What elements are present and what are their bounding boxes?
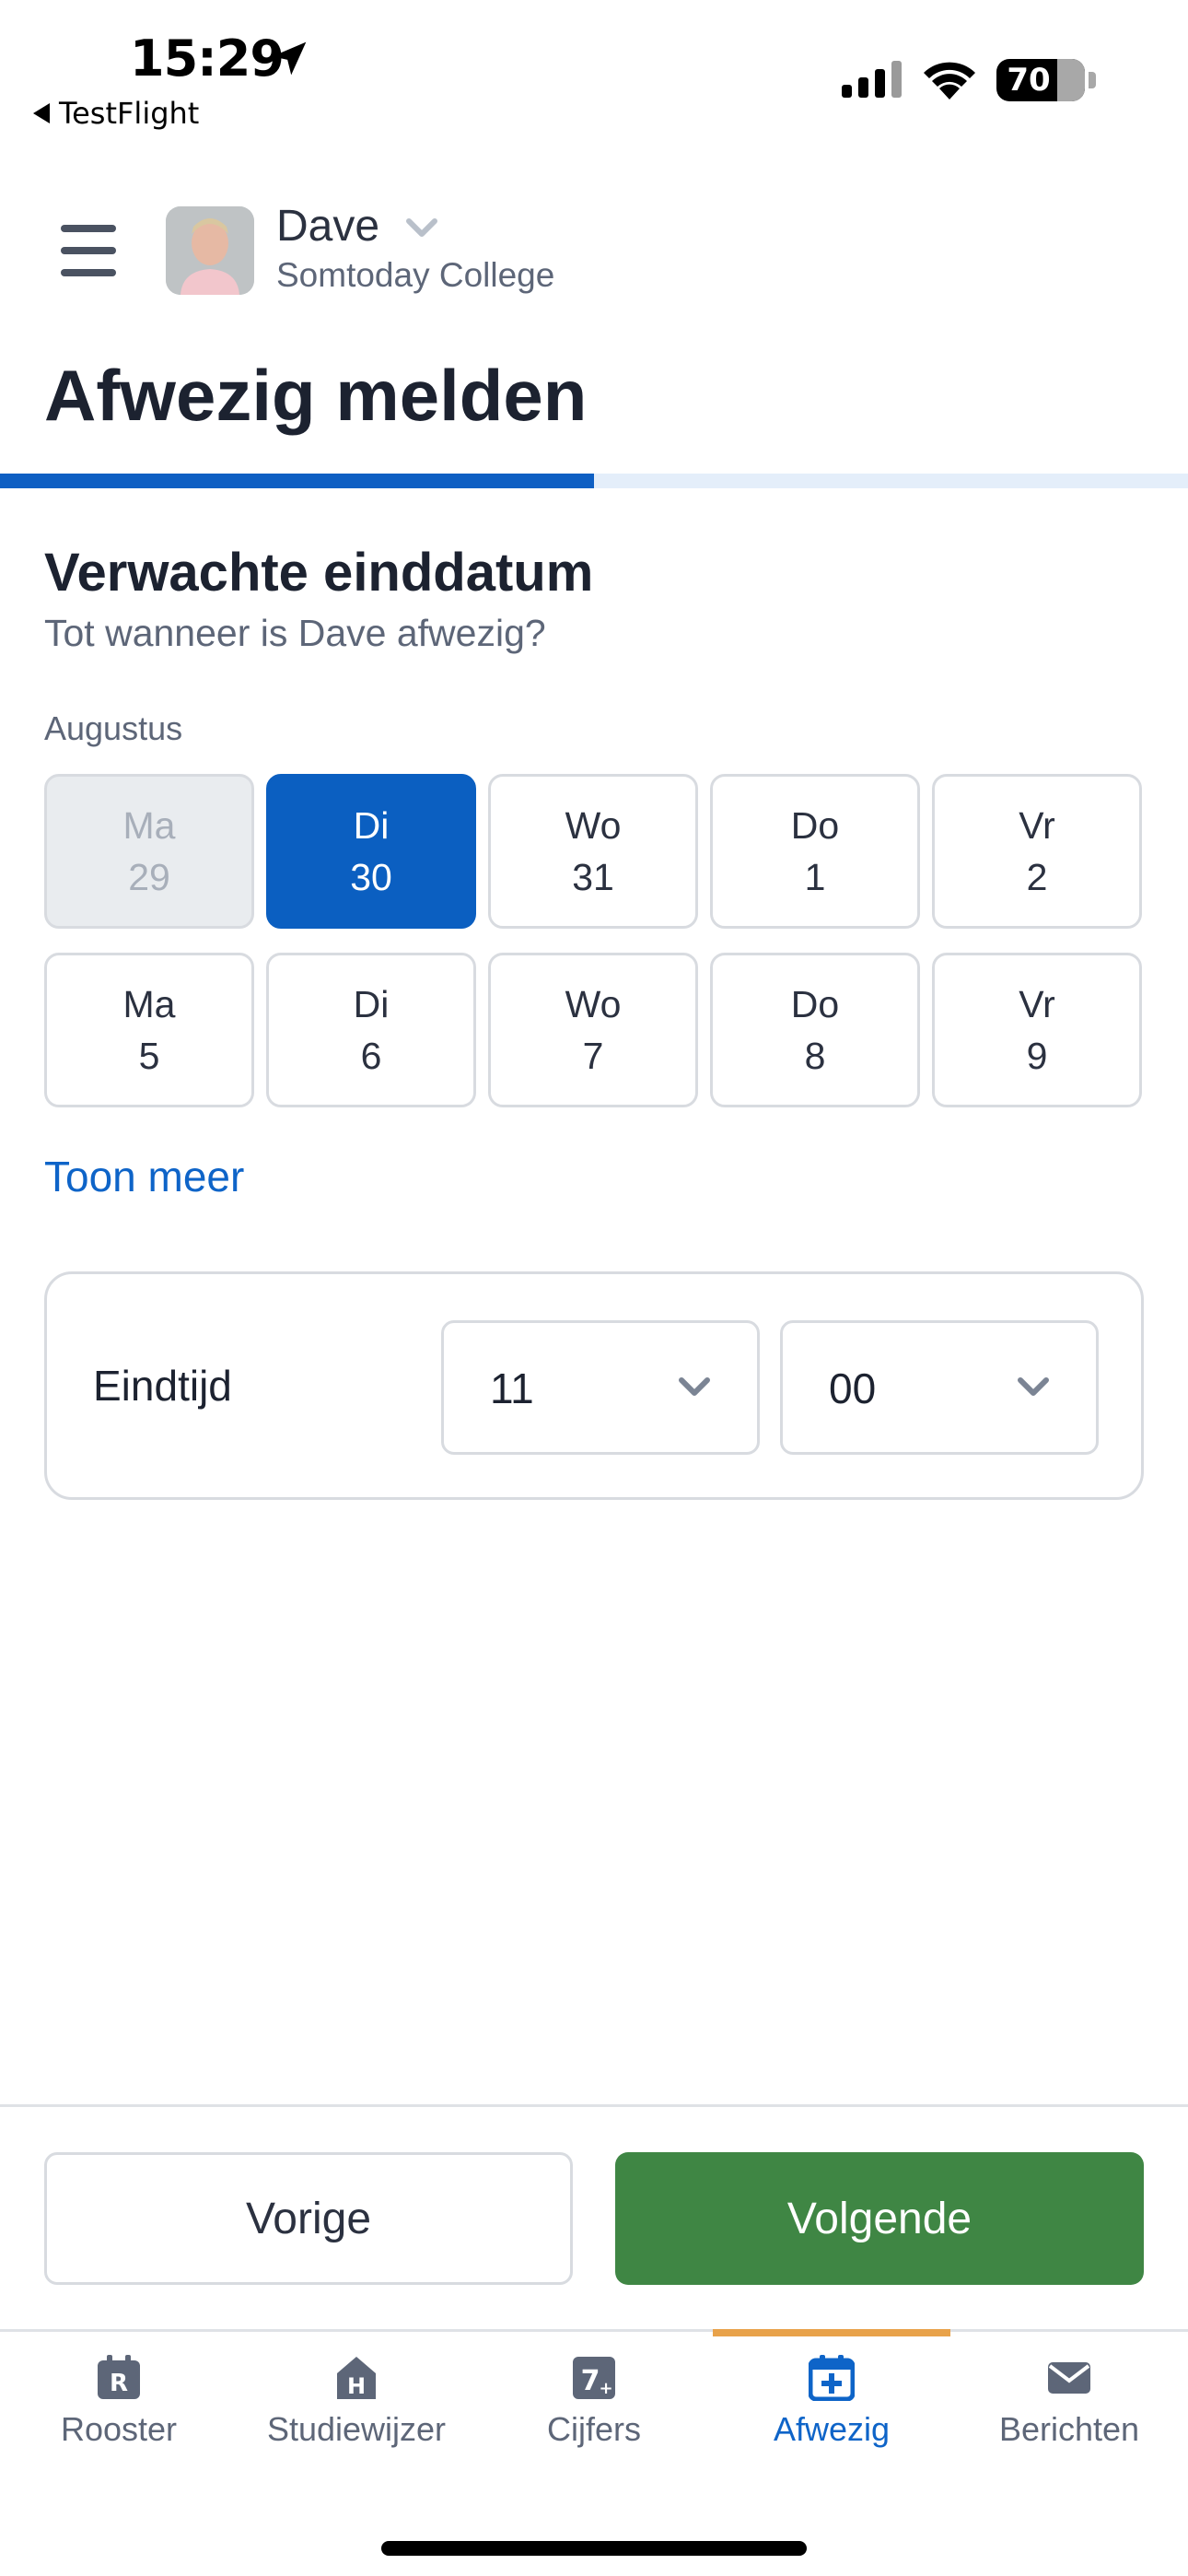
previous-button[interactable]: Vorige	[44, 2152, 573, 2285]
month-label: Augustus	[44, 709, 183, 747]
day-option[interactable]: Do 1	[710, 774, 920, 929]
day-date: 2	[1026, 856, 1048, 898]
user-name[interactable]: Dave	[276, 201, 379, 252]
tab-berichten[interactable]: Berichten	[950, 2355, 1188, 2449]
cijfers-icon: 7 +	[573, 2357, 615, 2399]
envelope-icon	[1048, 2362, 1090, 2394]
day-option[interactable]: Wo 31	[488, 774, 698, 929]
page-title: Afwezig melden	[44, 355, 588, 436]
afwezig-icon	[809, 2355, 855, 2401]
tab-label: Studiewijzer	[266, 2410, 447, 2448]
minute-value: 00	[829, 1364, 877, 1412]
day-name: Di	[353, 983, 390, 1025]
section-subtitle: Tot wanneer is Dave afwezig?	[44, 612, 546, 654]
chevron-down-icon	[679, 1377, 710, 1396]
day-name: Wo	[565, 983, 622, 1025]
day-date: 1	[804, 856, 826, 898]
show-more-link[interactable]: Toon meer	[44, 1152, 244, 1201]
minute-select[interactable]: 00	[780, 1320, 1099, 1455]
end-time-label: Eindtijd	[93, 1362, 232, 1410]
cellular-signal-icon	[842, 61, 902, 98]
svg-text:R: R	[110, 2370, 128, 2397]
footer-divider	[0, 2104, 1188, 2107]
day-name: Ma	[122, 804, 176, 847]
tab-studiewijzer[interactable]: H Studiewijzer	[238, 2355, 475, 2449]
tab-afwezig[interactable]: Afwezig	[713, 2355, 950, 2449]
day-option[interactable]: Di 30	[266, 774, 476, 929]
end-time-card: Eindtijd 11 00	[44, 1271, 1144, 1500]
battery-icon: 70	[996, 59, 1085, 101]
day-option[interactable]: Do 8	[710, 953, 920, 1107]
day-date: 29	[128, 856, 170, 898]
tab-rooster[interactable]: R Rooster	[0, 2355, 238, 2449]
chevron-down-icon	[1018, 1377, 1049, 1396]
studiewijzer-icon: H	[337, 2357, 376, 2399]
hour-select[interactable]: 11	[441, 1320, 760, 1455]
day-date: 6	[360, 1035, 382, 1077]
day-name: Di	[353, 804, 390, 847]
day-name: Do	[790, 804, 840, 847]
avatar[interactable]	[166, 206, 254, 295]
tab-label: Berichten	[998, 2410, 1140, 2448]
day-option: Ma 29	[44, 774, 254, 929]
day-option[interactable]: Wo 7	[488, 953, 698, 1107]
chevron-down-icon[interactable]	[405, 217, 438, 240]
home-indicator	[381, 2541, 807, 2556]
hour-value: 11	[490, 1364, 534, 1412]
status-time: 15:29	[130, 29, 285, 88]
location-arrow-icon	[272, 41, 307, 76]
day-date: 9	[1026, 1035, 1048, 1077]
hamburger-menu-icon[interactable]	[61, 225, 116, 276]
active-tab-indicator	[713, 2329, 950, 2336]
avatar-image	[166, 206, 254, 295]
day-name: Ma	[122, 983, 176, 1025]
day-date: 30	[350, 856, 392, 898]
section-title: Verwachte einddatum	[44, 543, 594, 603]
back-app-label: TestFlight	[59, 96, 200, 131]
svg-text:7: 7	[581, 2365, 600, 2397]
tab-label: Rooster	[60, 2410, 178, 2448]
day-date: 8	[804, 1035, 826, 1077]
day-picker: Ma 29 Di 30 Wo 31 Do 1 Vr 2 Ma 5 Di 6 Wo 7 Do 8 V…	[44, 774, 1144, 1131]
day-name: Vr	[1019, 983, 1055, 1025]
tab-label: Afwezig	[773, 2410, 891, 2448]
school-name: Somtoday College	[276, 256, 555, 294]
tab-cijfers[interactable]: 7 + Cijfers	[475, 2355, 713, 2449]
tab-label: Cijfers	[546, 2410, 641, 2448]
day-date: 5	[138, 1035, 160, 1077]
svg-text:+: +	[599, 2379, 612, 2398]
back-triangle-icon	[33, 103, 50, 123]
day-option[interactable]: Di 6	[266, 953, 476, 1107]
day-date: 7	[582, 1035, 604, 1077]
day-name: Wo	[565, 804, 622, 847]
status-bar: 15:29 TestFlight 70	[0, 0, 1188, 147]
day-date: 31	[572, 856, 614, 898]
svg-text:H: H	[347, 2373, 366, 2399]
day-row: Ma 29 Di 30 Wo 31 Do 1 Vr 2	[44, 774, 1144, 929]
next-button[interactable]: Volgende	[615, 2152, 1144, 2285]
tabbar-divider	[0, 2329, 1188, 2332]
wifi-icon	[924, 62, 975, 100]
back-to-testflight[interactable]: TestFlight	[33, 96, 199, 131]
battery-level: 70	[1007, 62, 1051, 99]
day-option[interactable]: Ma 5	[44, 953, 254, 1107]
progress-bar	[0, 474, 1188, 488]
day-option[interactable]: Vr 9	[932, 953, 1142, 1107]
day-option[interactable]: Vr 2	[932, 774, 1142, 929]
rooster-icon: R	[98, 2355, 140, 2399]
day-row: Ma 5 Di 6 Wo 7 Do 8 Vr 9	[44, 953, 1144, 1107]
day-name: Do	[790, 983, 840, 1025]
progress-fill	[0, 474, 594, 488]
day-name: Vr	[1019, 804, 1055, 847]
